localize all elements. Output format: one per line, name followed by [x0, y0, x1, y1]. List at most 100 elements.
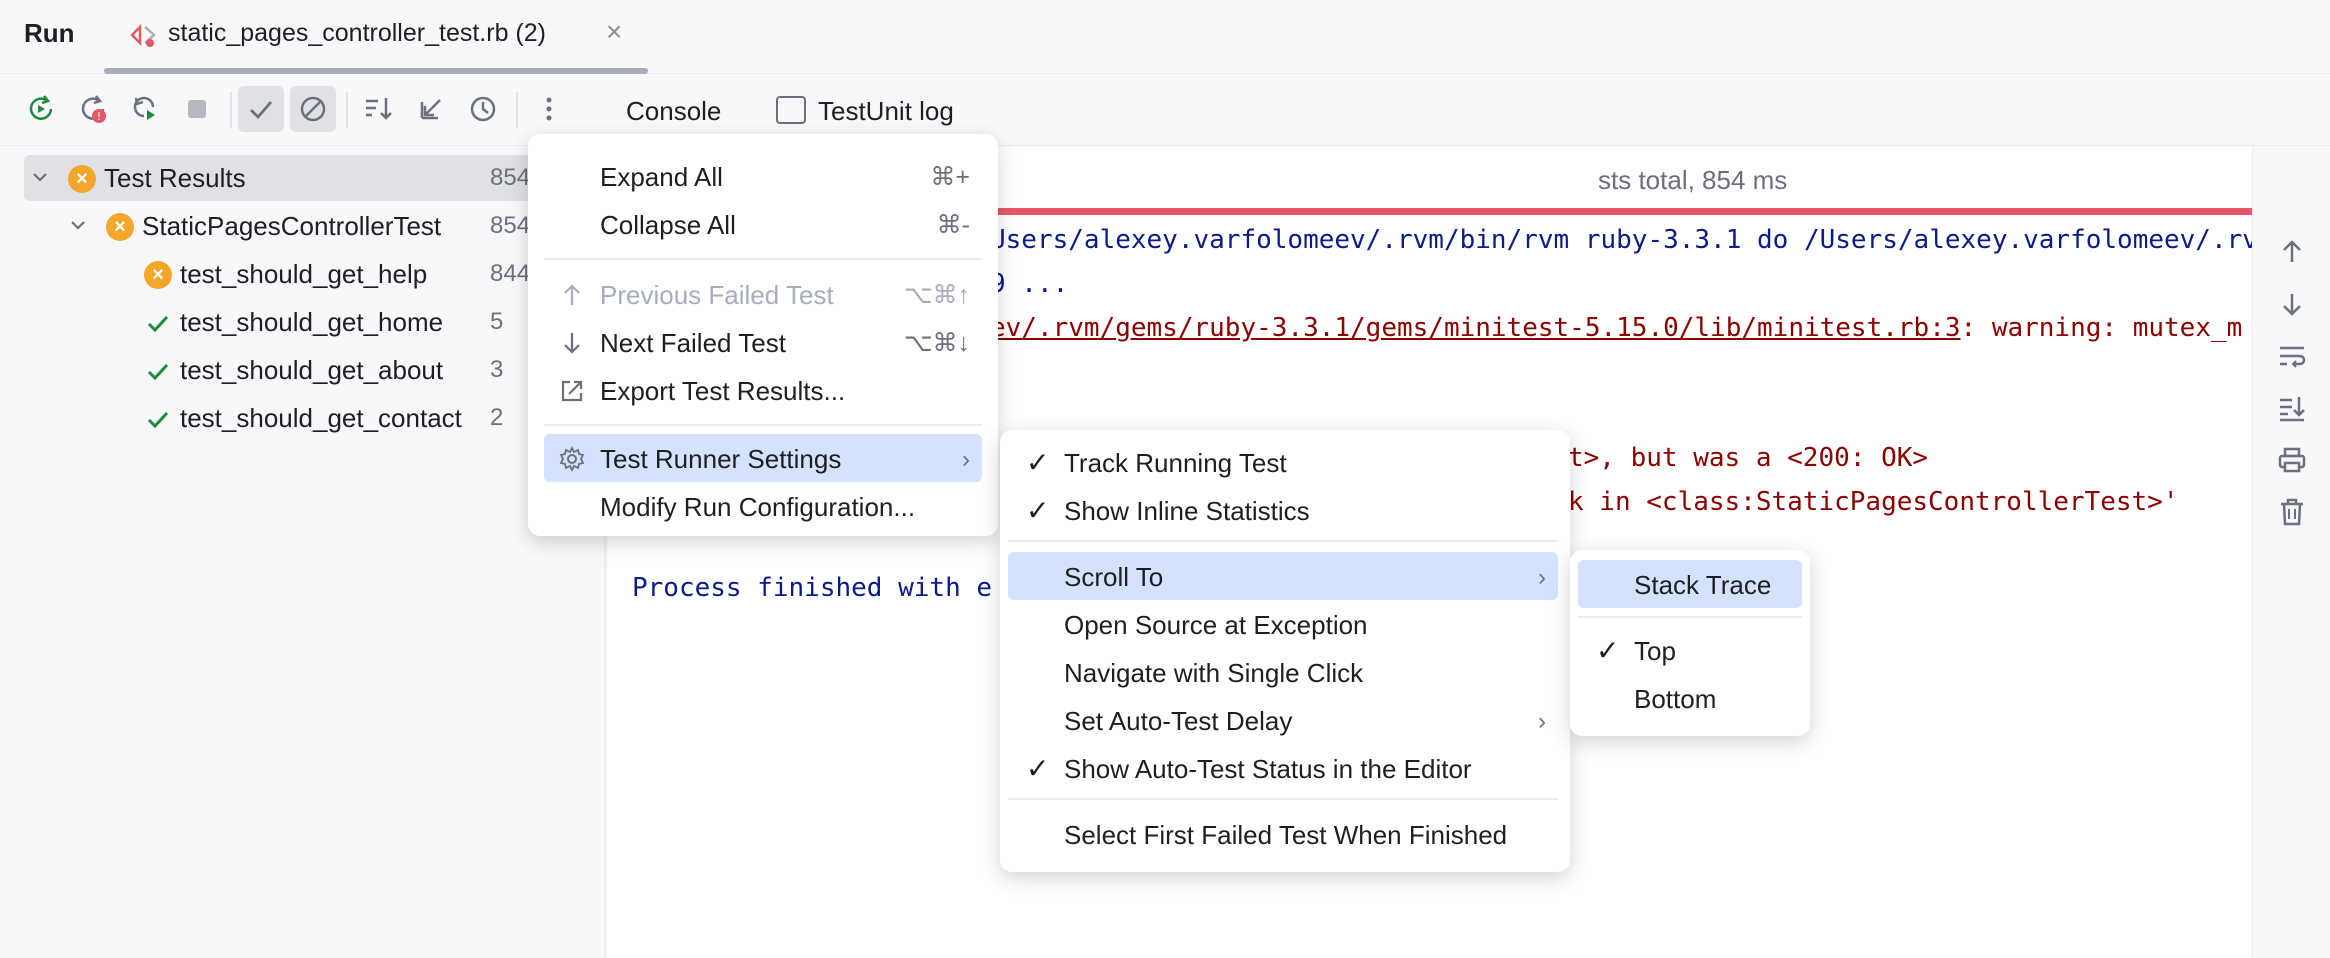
console-side-toolbar	[2252, 147, 2330, 958]
arrow-up-icon	[564, 284, 580, 305]
menu-item-stack-trace[interactable]: Stack Trace	[1578, 560, 1802, 608]
passed-check-icon	[147, 363, 169, 381]
toggle-auto-test-icon[interactable]	[122, 86, 168, 132]
collapse-icon[interactable]	[408, 86, 454, 132]
tree-row-test-results[interactable]: × Test Results 854	[24, 155, 584, 201]
menu-item-label: Open Source at Exception	[1064, 610, 1368, 640]
tree-row-label: StaticPagesControllerTest	[142, 211, 442, 241]
sort-icon[interactable]	[356, 86, 402, 132]
print-icon[interactable]	[2275, 443, 2309, 477]
menu-item-label: Expand All	[600, 162, 723, 192]
tree-row-label: test_should_get_about	[180, 355, 444, 385]
stop-icon[interactable]	[174, 86, 220, 132]
tab-console[interactable]: Console	[626, 96, 721, 127]
menu-item-expand-all[interactable]: Expand All ⌘+	[544, 152, 982, 200]
run-toolbar: ! Console TestUnit log	[0, 74, 2330, 146]
show-passed-icon[interactable]	[238, 86, 284, 132]
tree-row-time: 2	[490, 404, 504, 431]
console-line: 9 ...	[990, 269, 1069, 299]
check-icon: ✓	[1026, 753, 1050, 784]
menu-separator	[1008, 540, 1558, 542]
menu-item-top[interactable]: ✓ Top	[1578, 626, 1802, 674]
shortcut-label: ⌘+	[930, 163, 970, 191]
scroll-to-end-icon[interactable]	[2275, 391, 2309, 425]
tree-row-label: test_should_get_help	[180, 259, 428, 289]
passed-check-icon	[147, 411, 169, 429]
menu-item-show-inline-statistics[interactable]: ✓ Show Inline Statistics	[1008, 486, 1558, 534]
more-icon[interactable]	[526, 86, 572, 132]
tree-row-time: 854	[490, 212, 531, 239]
soft-wrap-icon[interactable]	[2275, 339, 2309, 373]
check-icon: ✓	[1026, 495, 1050, 526]
run-tab-title: static_pages_controller_test.rb (2)	[168, 19, 546, 47]
svg-text:!: !	[97, 110, 101, 123]
tree-row-suite[interactable]: × StaticPagesControllerTest 854	[0, 203, 606, 249]
console-line: Process finished with e	[632, 573, 993, 603]
more-actions-menu: Expand All ⌘+ Collapse All ⌘- Previous F…	[528, 134, 998, 536]
menu-item-select-first-failed[interactable]: Select First Failed Test When Finished	[1008, 810, 1558, 858]
menu-item-previous-failed[interactable]: Previous Failed Test ⌥⌘↑	[544, 270, 982, 318]
failed-status-icon: ×	[144, 261, 172, 289]
menu-item-label: Modify Run Configuration...	[600, 492, 916, 522]
tree-row-test[interactable]: test_should_get_home 5	[0, 299, 606, 345]
tab-testunit-log[interactable]: TestUnit log	[818, 96, 954, 127]
show-ignored-icon[interactable]	[290, 86, 336, 132]
console-line: k in <class:StaticPagesControllerTest>'	[1568, 487, 2179, 517]
menu-item-label: Track Running Test	[1064, 448, 1287, 478]
tool-window-header: Run static_pages_controller_test.rb (2) …	[0, 0, 2330, 74]
chevron-down-icon[interactable]	[28, 165, 52, 189]
menu-item-show-auto-test-status[interactable]: ✓ Show Auto-Test Status in the Editor	[1008, 744, 1558, 792]
menu-item-label: Bottom	[1634, 684, 1717, 714]
history-icon[interactable]	[460, 86, 506, 132]
menu-item-label: Next Failed Test	[600, 328, 786, 358]
menu-item-scroll-to[interactable]: Scroll To ›	[1008, 552, 1558, 600]
tree-row-time: 5	[490, 308, 504, 335]
test-runner-settings-submenu: ✓ Track Running Test ✓ Show Inline Stati…	[1000, 430, 1570, 872]
run-tab[interactable]: static_pages_controller_test.rb (2) ×	[104, 0, 648, 74]
trash-icon[interactable]	[2275, 495, 2309, 529]
menu-item-navigate-single-click[interactable]: Navigate with Single Click	[1008, 648, 1558, 696]
menu-item-bottom[interactable]: Bottom	[1578, 674, 1802, 722]
toolbar-separator	[516, 92, 518, 128]
menu-separator	[1008, 798, 1558, 800]
menu-item-collapse-all[interactable]: Collapse All ⌘-	[544, 200, 982, 248]
close-icon[interactable]: ×	[606, 16, 622, 48]
tree-row-test[interactable]: test_should_get_contact 2	[0, 395, 606, 441]
gear-icon	[559, 445, 585, 473]
test-fail-icon	[130, 23, 156, 47]
tree-row-label: test_should_get_contact	[180, 403, 462, 433]
tree-row-test[interactable]: × test_should_get_help 844	[0, 251, 606, 297]
check-icon: ✓	[1026, 447, 1050, 478]
menu-item-label: Select First Failed Test When Finished	[1064, 820, 1508, 850]
arrow-down-icon[interactable]	[2275, 287, 2309, 321]
failed-status-icon: ×	[68, 165, 96, 193]
menu-item-set-auto-test-delay[interactable]: Set Auto-Test Delay ›	[1008, 696, 1558, 744]
menu-item-next-failed[interactable]: Next Failed Test ⌥⌘↓	[544, 318, 982, 366]
menu-item-modify-run-config[interactable]: Modify Run Configuration...	[544, 482, 982, 530]
shortcut-label: ⌥⌘↓	[903, 329, 970, 357]
tree-row-time: 854	[490, 164, 531, 191]
tree-row-time: 844	[490, 260, 531, 287]
shortcut-label: ⌘-	[936, 211, 970, 239]
source-link[interactable]: ev/.rvm/gems/ruby-3.3.1/gems/minitest-5.…	[990, 313, 1961, 343]
rerun-icon[interactable]	[18, 86, 64, 132]
console-line: t>, but was a <200: OK>	[1568, 443, 1929, 473]
arrow-up-icon[interactable]	[2275, 235, 2309, 269]
export-icon	[561, 380, 583, 402]
chevron-right-icon: ›	[962, 446, 970, 473]
menu-item-export[interactable]: Export Test Results...	[544, 366, 982, 414]
menu-separator	[544, 424, 982, 426]
menu-item-open-source-at-exception[interactable]: Open Source at Exception	[1008, 600, 1558, 648]
scroll-to-submenu: Stack Trace ✓ Top Bottom	[1570, 550, 1810, 736]
menu-item-label: Show Inline Statistics	[1064, 496, 1310, 526]
console-line: ev/.rvm/gems/ruby-3.3.1/gems/minitest-5.…	[990, 313, 2242, 343]
menu-item-track-running-test[interactable]: ✓ Track Running Test	[1008, 438, 1558, 486]
menu-item-label: Top	[1634, 636, 1676, 666]
menu-item-label: Test Runner Settings	[600, 444, 842, 474]
toolbar-separator	[230, 92, 232, 128]
rerun-failed-icon[interactable]: !	[70, 86, 116, 132]
chevron-down-icon[interactable]	[66, 213, 90, 237]
menu-item-test-runner-settings[interactable]: Test Runner Settings ›	[544, 434, 982, 482]
tree-row-test[interactable]: test_should_get_about 3	[0, 347, 606, 393]
terminal-icon	[776, 96, 806, 124]
